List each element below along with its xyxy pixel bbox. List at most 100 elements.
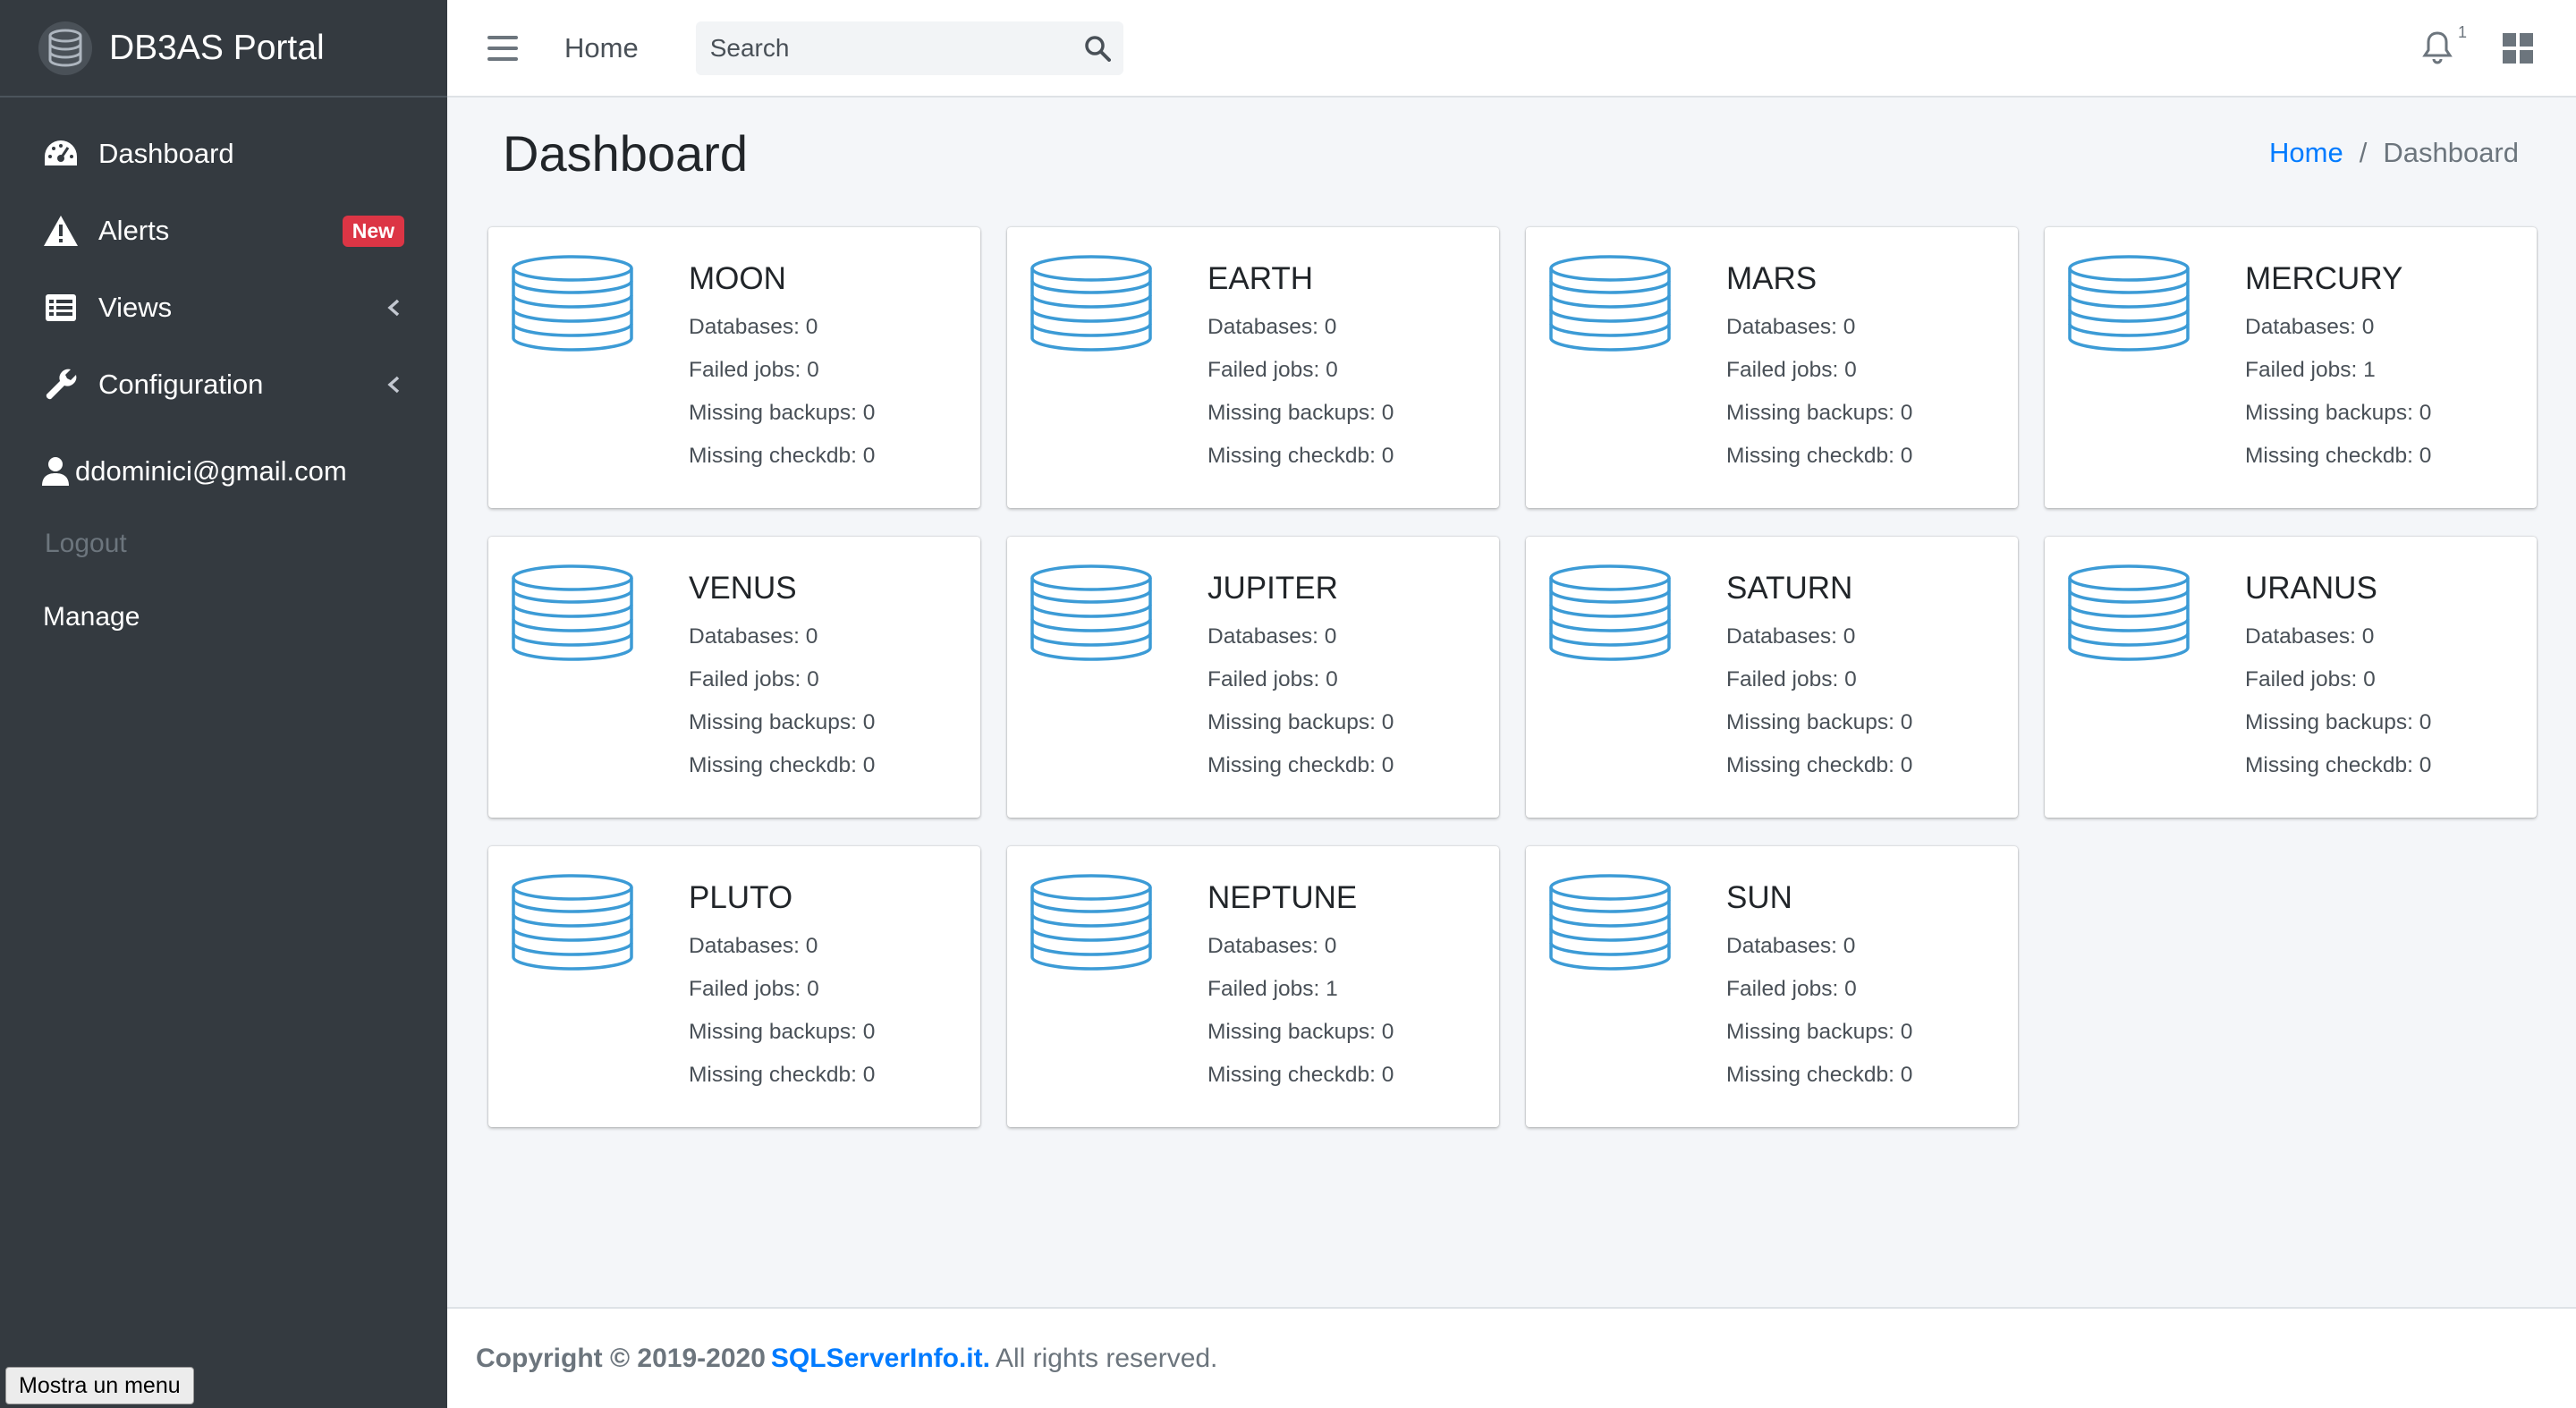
footer: Copyright © 2019-2020 SQLServerInfo.it. … [447, 1307, 2576, 1408]
user-icon [42, 457, 69, 486]
databases-count: Databases: 0 [1726, 934, 1856, 958]
failed-jobs-count: Failed jobs: 0 [1208, 667, 1338, 691]
databases-count: Databases: 0 [2245, 315, 2375, 339]
missing-checkdb-count: Missing checkdb: 0 [1726, 1063, 1913, 1087]
server-card-body: SATURN Databases: 0 Failed jobs: 0 Missi… [1726, 571, 1912, 787]
databases-count: Databases: 0 [1208, 624, 1337, 649]
server-card-mars[interactable]: MARS Databases: 0 Failed jobs: 0 Missing… [1526, 227, 2018, 508]
footer-copyright: Copyright © 2019-2020 [476, 1343, 766, 1373]
database-icon [510, 873, 635, 980]
sidebar-item-label: Views [98, 292, 173, 323]
server-card-sun[interactable]: SUN Databases: 0 Failed jobs: 0 Missing … [1526, 846, 2018, 1127]
databases-count: Databases: 0 [1726, 624, 1856, 649]
server-card-pluto[interactable]: PLUTO Databases: 0 Failed jobs: 0 Missin… [488, 846, 980, 1127]
server-card-body: JUPITER Databases: 0 Failed jobs: 0 Miss… [1208, 571, 1394, 787]
server-name: MERCURY [2245, 261, 2403, 296]
server-card-grid: MOON Databases: 0 Failed jobs: 0 Missing… [488, 227, 2537, 1127]
server-card-body: MARS Databases: 0 Failed jobs: 0 Missing… [1726, 261, 1912, 478]
missing-checkdb-count: Missing checkdb: 0 [2245, 753, 2432, 777]
main-content: Dashboard Home / Dashboard MOON Database… [447, 98, 2576, 1307]
server-card-moon[interactable]: MOON Databases: 0 Failed jobs: 0 Missing… [488, 227, 980, 508]
chevron-left-icon [387, 376, 400, 394]
list-icon [43, 290, 79, 326]
server-card-jupiter[interactable]: JUPITER Databases: 0 Failed jobs: 0 Miss… [1007, 537, 1499, 818]
manage-link[interactable]: Manage [0, 581, 447, 654]
failed-jobs-count: Failed jobs: 0 [689, 667, 819, 691]
server-name: PLUTO [689, 880, 793, 915]
breadcrumb-home-link[interactable]: Home [2269, 137, 2343, 169]
database-icon [510, 254, 635, 361]
missing-backups-count: Missing backups: 0 [1726, 1020, 1913, 1044]
footer-link[interactable]: SQLServerInfo.it. [771, 1344, 990, 1374]
missing-backups-count: Missing backups: 0 [2245, 710, 2432, 734]
server-card-mercury[interactable]: MERCURY Databases: 0 Failed jobs: 1 Miss… [2045, 227, 2537, 508]
brand-link[interactable]: DB3AS Portal [0, 0, 447, 98]
sidebar-item-dashboard[interactable]: Dashboard [0, 115, 447, 192]
missing-checkdb-count: Missing checkdb: 0 [689, 444, 876, 468]
database-icon [1547, 564, 1673, 671]
server-name: MARS [1726, 261, 1818, 296]
navbar-right: 1 [2422, 23, 2533, 66]
failed-jobs-count: Failed jobs: 1 [1208, 977, 1338, 1001]
search-box [695, 21, 1123, 75]
missing-checkdb-count: Missing checkdb: 0 [1726, 444, 1913, 468]
hamburger-menu-icon[interactable] [487, 35, 518, 61]
server-card-saturn[interactable]: SATURN Databases: 0 Failed jobs: 0 Missi… [1526, 537, 2018, 818]
chevron-left-icon [387, 299, 400, 317]
failed-jobs-count: Failed jobs: 0 [689, 358, 819, 382]
show-menu-tooltip[interactable]: Mostra un menu [5, 1367, 194, 1404]
sidebar-nav: Dashboard Alerts New Views Configuration [0, 98, 447, 423]
sidebar-item-configuration[interactable]: Configuration [0, 346, 447, 423]
logout-link[interactable]: Logout [0, 507, 447, 581]
databases-count: Databases: 0 [2245, 624, 2375, 649]
databases-count: Databases: 0 [689, 934, 818, 958]
user-email: ddominici@gmail.com [75, 455, 347, 487]
failed-jobs-count: Failed jobs: 0 [689, 977, 819, 1001]
server-name: EARTH [1208, 261, 1313, 296]
missing-backups-count: Missing backups: 0 [1208, 710, 1394, 734]
page-title: Dashboard [503, 125, 748, 182]
apps-grid-icon[interactable] [2503, 32, 2533, 64]
breadcrumb-separator: / [2359, 137, 2368, 168]
databases-count: Databases: 0 [689, 624, 818, 649]
server-name: SATURN [1726, 571, 1853, 606]
top-home-link[interactable]: Home [564, 32, 639, 64]
bell-icon [2422, 30, 2453, 64]
database-icon [510, 564, 635, 671]
missing-checkdb-count: Missing checkdb: 0 [1726, 753, 1913, 777]
database-icon [1547, 254, 1673, 361]
server-card-body: VENUS Databases: 0 Failed jobs: 0 Missin… [689, 571, 875, 787]
sidebar-item-views[interactable]: Views [0, 269, 447, 346]
search-input[interactable] [709, 33, 1084, 63]
databases-count: Databases: 0 [689, 315, 818, 339]
server-card-body: NEPTUNE Databases: 0 Failed jobs: 1 Miss… [1208, 880, 1394, 1097]
sidebar: DB3AS Portal Dashboard Alerts New Views [0, 0, 447, 1408]
breadcrumb-current: Dashboard [2383, 137, 2519, 168]
server-card-uranus[interactable]: URANUS Databases: 0 Failed jobs: 0 Missi… [2045, 537, 2537, 818]
server-card-venus[interactable]: VENUS Databases: 0 Failed jobs: 0 Missin… [488, 537, 980, 818]
failed-jobs-count: Failed jobs: 0 [1726, 977, 1857, 1001]
breadcrumb: Home / Dashboard [2269, 137, 2519, 169]
missing-checkdb-count: Missing checkdb: 0 [1208, 444, 1394, 468]
missing-checkdb-count: Missing checkdb: 0 [1208, 753, 1394, 777]
server-card-body: EARTH Databases: 0 Failed jobs: 0 Missin… [1208, 261, 1394, 478]
user-profile-link[interactable]: ddominici@gmail.com [0, 436, 447, 507]
sidebar-item-label: Configuration [98, 369, 264, 400]
database-logo-icon [38, 21, 92, 75]
sidebar-item-label: Dashboard [98, 138, 234, 169]
database-icon [2066, 254, 2191, 361]
notifications-button[interactable]: 1 [2422, 23, 2467, 66]
missing-backups-count: Missing backups: 0 [1726, 710, 1913, 734]
missing-backups-count: Missing backups: 0 [1208, 1020, 1394, 1044]
server-name: VENUS [689, 571, 797, 606]
failed-jobs-count: Failed jobs: 0 [1726, 358, 1857, 382]
database-icon [2066, 564, 2191, 671]
server-name: MOON [689, 261, 786, 296]
notification-count: 1 [2457, 22, 2467, 41]
missing-checkdb-count: Missing checkdb: 0 [689, 1063, 876, 1087]
search-icon[interactable] [1084, 35, 1111, 62]
server-card-earth[interactable]: EARTH Databases: 0 Failed jobs: 0 Missin… [1007, 227, 1499, 508]
sidebar-item-alerts[interactable]: Alerts New [0, 192, 447, 269]
server-card-neptune[interactable]: NEPTUNE Databases: 0 Failed jobs: 1 Miss… [1007, 846, 1499, 1127]
failed-jobs-count: Failed jobs: 0 [1208, 358, 1338, 382]
